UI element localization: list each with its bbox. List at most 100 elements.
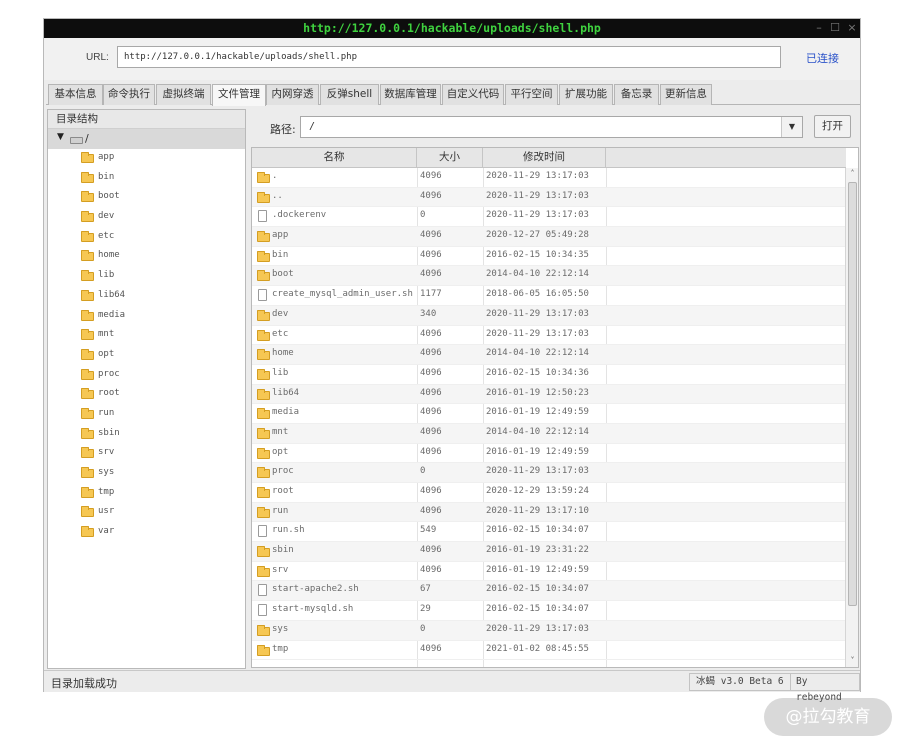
tree-folder-node[interactable]: media bbox=[48, 307, 245, 327]
open-button[interactable]: 打开 bbox=[814, 115, 851, 138]
tab-item[interactable]: 备忘录 bbox=[614, 84, 659, 105]
table-row[interactable]: app 4096 2020-12-27 05:49:28 bbox=[252, 227, 846, 247]
tree-folder-node[interactable]: home bbox=[48, 247, 245, 267]
tab-item[interactable]: 数据库管理 bbox=[380, 84, 441, 105]
table-row[interactable]: home 4096 2014-04-10 22:12:14 bbox=[252, 345, 846, 365]
tree-folder-node[interactable]: tmp bbox=[48, 484, 245, 504]
table-row[interactable]: mnt 4096 2014-04-10 22:12:14 bbox=[252, 423, 846, 444]
tab-item[interactable]: 内网穿透 bbox=[266, 84, 319, 105]
file-icon bbox=[258, 604, 267, 617]
file-modified-cell: 2020-11-29 13:17:03 bbox=[486, 190, 589, 201]
tab-item[interactable]: 基本信息 bbox=[48, 84, 103, 105]
table-row[interactable]: root 4096 2020-12-29 13:59:24 bbox=[252, 483, 846, 503]
expand-toggle-icon[interactable]: ▼ bbox=[57, 132, 64, 142]
file-modified-cell: 2014-04-10 22:12:14 bbox=[486, 426, 589, 437]
tab-item[interactable]: 文件管理 bbox=[212, 84, 266, 106]
tree-folder-label: proc bbox=[98, 368, 120, 379]
tab-item[interactable]: 更新信息 bbox=[660, 84, 712, 105]
tree-folder-node[interactable]: root bbox=[48, 385, 245, 405]
tab-item[interactable]: 命令执行 bbox=[103, 84, 155, 105]
status-bar: 目录加载成功 冰蝎 v3.0 Beta 6 By rebeyond bbox=[44, 670, 860, 703]
table-row[interactable]: run 4096 2020-11-29 13:17:10 bbox=[252, 502, 846, 523]
table-row[interactable]: etc 4096 2020-11-29 13:17:03 bbox=[252, 326, 846, 346]
file-modified-cell: 2016-01-19 12:49:59 bbox=[486, 407, 589, 418]
path-dropdown-button[interactable]: ▼ bbox=[781, 117, 802, 137]
table-row[interactable]: lib64 4096 2016-01-19 12:50:23 bbox=[252, 384, 846, 405]
table-row[interactable]: create_mysql_admin_user.sh 1177 2018-06-05… bbox=[252, 286, 846, 306]
file-size-cell: 4096 bbox=[420, 249, 442, 260]
folder-icon bbox=[81, 526, 94, 538]
tree-folder-node[interactable]: bin bbox=[48, 169, 245, 189]
file-size-cell: 4096 bbox=[420, 367, 442, 378]
tree-folder-node[interactable]: proc bbox=[48, 366, 245, 386]
table-row[interactable]: dev 340 2020-11-29 13:17:03 bbox=[252, 305, 846, 326]
folder-icon bbox=[81, 250, 94, 262]
tab-item[interactable]: 扩展功能 bbox=[559, 84, 613, 105]
tree-folder-node[interactable]: sys bbox=[48, 464, 245, 484]
table-row[interactable]: .dockerenv 0 2020-11-29 13:17:03 bbox=[252, 207, 846, 228]
url-field[interactable]: http://127.0.0.1/hackable/uploads/shell.… bbox=[117, 46, 781, 68]
table-row[interactable]: boot 4096 2014-04-10 22:12:14 bbox=[252, 266, 846, 287]
table-row[interactable]: sbin 4096 2016-01-19 23:31:22 bbox=[252, 542, 846, 562]
tree-folder-node[interactable]: srv bbox=[48, 444, 245, 464]
column-header-size[interactable]: 大小 bbox=[417, 148, 483, 168]
file-size-cell: 4096 bbox=[420, 426, 442, 437]
tree-folder-node[interactable]: app bbox=[48, 149, 245, 169]
tree-folder-node[interactable]: etc bbox=[48, 228, 245, 248]
table-row[interactable]: opt 4096 2016-01-19 12:49:59 bbox=[252, 444, 846, 464]
tree-folder-node[interactable]: lib bbox=[48, 267, 245, 287]
tab-item[interactable]: 虚拟终端 bbox=[156, 84, 211, 105]
file-name-cell: etc bbox=[272, 328, 289, 339]
tree-folder-label: opt bbox=[98, 348, 115, 359]
folder-icon bbox=[81, 506, 94, 518]
table-row[interactable]: run.sh 549 2016-02-15 10:34:07 bbox=[252, 522, 846, 543]
title-bar[interactable]: http://127.0.0.1/hackable/uploads/shell.… bbox=[44, 19, 860, 38]
tree-folder-node[interactable]: usr bbox=[48, 503, 245, 523]
tree-folder-node[interactable]: mnt bbox=[48, 326, 245, 346]
file-modified-cell: 2016-01-19 12:49:59 bbox=[486, 446, 589, 457]
table-row[interactable]: lib 4096 2016-02-15 10:34:36 bbox=[252, 365, 846, 385]
column-header-name[interactable]: 名称 bbox=[252, 148, 417, 168]
table-row[interactable]: proc 0 2020-11-29 13:17:03 bbox=[252, 463, 846, 483]
column-header-modified[interactable]: 修改时间 bbox=[483, 148, 606, 168]
table-row[interactable]: sys 0 2020-11-29 13:17:03 bbox=[252, 620, 846, 641]
folder-icon bbox=[257, 231, 270, 243]
file-size-cell: 4096 bbox=[420, 230, 442, 241]
tree-folder-node[interactable]: opt bbox=[48, 346, 245, 366]
tree-folder-node[interactable]: run bbox=[48, 405, 245, 425]
tab-item[interactable]: 自定义代码 bbox=[442, 84, 504, 105]
tree-root-node[interactable]: ▼ / bbox=[48, 129, 245, 149]
watermark: @拉勾教育 bbox=[764, 698, 892, 736]
table-row[interactable]: . 4096 2020-11-29 13:17:03 bbox=[252, 168, 846, 188]
tree-folder-node[interactable]: lib64 bbox=[48, 287, 245, 307]
vertical-scrollbar[interactable]: ˄ ˅ bbox=[845, 168, 858, 667]
file-modified-cell: 2020-12-29 13:59:24 bbox=[486, 486, 589, 496]
file-name-cell: start-apache2.sh bbox=[272, 584, 359, 595]
file-name-cell: .dockerenv bbox=[272, 210, 327, 221]
table-row[interactable]: srv 4096 2016-01-19 12:49:59 bbox=[252, 562, 846, 582]
tree-folder-node[interactable]: dev bbox=[48, 208, 245, 228]
scroll-down-icon[interactable]: ˅ bbox=[846, 655, 858, 667]
file-name-cell: run.sh bbox=[272, 525, 305, 536]
scroll-up-icon[interactable]: ˄ bbox=[846, 168, 858, 180]
scroll-thumb[interactable] bbox=[848, 182, 857, 606]
tab-bar: 基本信息 命令执行 虚拟终端 文件管理 内网穿透 反弹shell 数据库管理 自定义代码 平行空… bbox=[46, 83, 860, 106]
tab-item[interactable]: 反弹shell bbox=[320, 84, 379, 105]
folder-icon bbox=[257, 506, 270, 518]
tree-folder-node[interactable]: sbin bbox=[48, 425, 245, 445]
table-row[interactable]: media 4096 2016-01-19 12:49:59 bbox=[252, 404, 846, 424]
close-button[interactable]: × bbox=[845, 21, 859, 35]
maximize-button[interactable]: ☐ bbox=[828, 21, 842, 35]
tree-folder-node[interactable]: boot bbox=[48, 188, 245, 208]
table-row[interactable]: start-mysqld.sh 29 2016-02-15 10:34:07 bbox=[252, 601, 846, 621]
table-row[interactable]: start-apache2.sh 67 2016-02-15 10:34:07 bbox=[252, 581, 846, 602]
tree-folder-label: mnt bbox=[98, 329, 115, 340]
tab-item[interactable]: 平行空间 bbox=[505, 84, 558, 105]
table-row[interactable]: .. 4096 2020-11-29 13:17:03 bbox=[252, 187, 846, 208]
table-row[interactable]: tmp 4096 2021-01-02 08:45:55 bbox=[252, 641, 846, 661]
path-input[interactable]: / bbox=[300, 116, 803, 138]
table-row[interactable]: bin 4096 2016-02-15 10:34:35 bbox=[252, 247, 846, 267]
path-label: 路径: bbox=[270, 123, 296, 136]
minimize-button[interactable]: – bbox=[812, 21, 826, 35]
tree-folder-node[interactable]: var bbox=[48, 523, 245, 543]
